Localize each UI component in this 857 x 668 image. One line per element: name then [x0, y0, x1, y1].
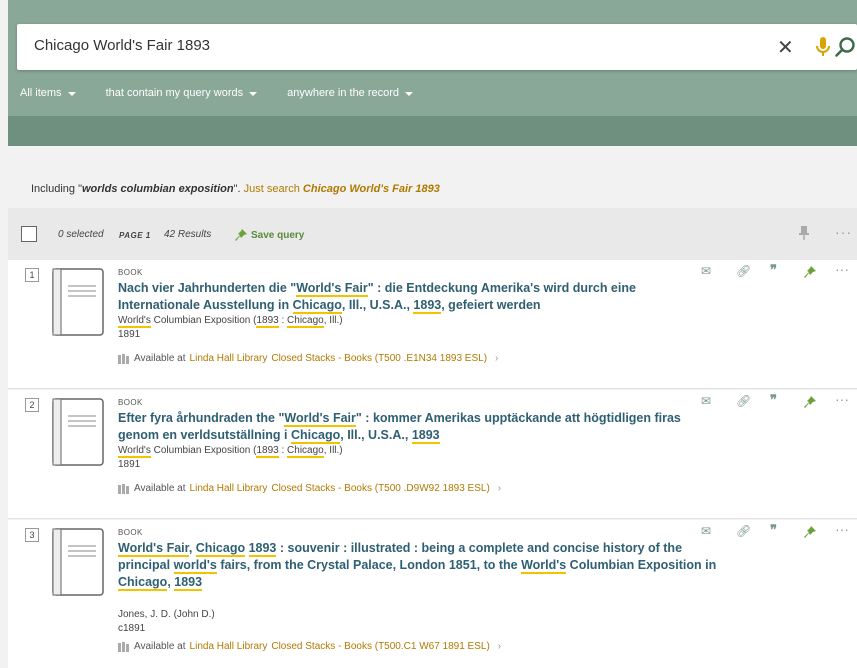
more-options-icon[interactable]: ··· [835, 224, 852, 240]
result-author: Jones, J. D. (John D.) [118, 609, 215, 620]
link-icon[interactable]: 🔗︎ [736, 394, 751, 410]
result-item[interactable]: 3 BOOK World's Fair, Chicago 1893 : souv… [8, 520, 857, 668]
result-date: 1891 [118, 329, 141, 340]
result-date: 1891 [118, 459, 141, 470]
library-icon [118, 483, 129, 494]
book-icon [52, 268, 104, 336]
results-count: 42 Results [164, 229, 212, 240]
availability-link[interactable]: Available at Linda Hall Library Closed Sta… [118, 641, 501, 652]
filter-item-type[interactable]: All items [20, 87, 76, 99]
citation-icon[interactable]: ❞ [770, 263, 777, 279]
library-icon [118, 641, 129, 652]
email-icon[interactable]: ✉ [701, 264, 711, 280]
notice-text: Including " [31, 183, 82, 195]
library-name: Linda Hall Library [189, 483, 268, 494]
close-icon[interactable]: ✕ [777, 35, 794, 60]
email-icon[interactable]: ✉ [701, 394, 711, 410]
citation-icon[interactable]: ❞ [770, 393, 777, 409]
email-icon[interactable]: ✉ [701, 524, 711, 540]
resource-type: BOOK [118, 528, 143, 537]
result-actions: ✉ 🔗︎ ❞ ··· [698, 521, 849, 542]
select-all-checkbox[interactable] [21, 226, 37, 242]
result-number[interactable]: 2 [25, 398, 39, 412]
notice-text: ". [233, 183, 241, 195]
availability-status: Available at [134, 483, 186, 494]
chevron-down-icon [405, 91, 414, 96]
filter-label: anywhere in the record [287, 87, 400, 99]
expanded-term: worlds columbian exposition [82, 183, 234, 195]
filter-match-type[interactable]: that contain my query words [106, 87, 258, 99]
pin-icon[interactable] [803, 394, 817, 410]
book-icon [52, 528, 104, 596]
result-author: World's Columbian Exposition (1893 : Chi… [118, 315, 343, 328]
result-author: World's Columbian Exposition (1893 : Chi… [118, 445, 343, 458]
filter-label: that contain my query words [105, 87, 244, 99]
result-actions: ✉ 🔗︎ ❞ ··· [698, 391, 849, 412]
selected-count: 0 selected [58, 229, 104, 240]
filter-scope[interactable]: anywhere in the record [287, 87, 414, 99]
filter-label: All items [20, 87, 62, 99]
more-options-icon[interactable]: ··· [835, 521, 849, 537]
availability-link[interactable]: Available at Linda Hall Library Closed Sta… [118, 483, 501, 494]
header-strip [8, 116, 857, 146]
more-options-icon[interactable]: ··· [835, 261, 849, 277]
chevron-right-icon: › [497, 483, 502, 494]
expansion-notice: Including "worlds columbian exposition".… [8, 170, 857, 208]
link-icon[interactable]: 🔗︎ [736, 524, 751, 540]
result-number[interactable]: 1 [25, 268, 39, 282]
shelf-location: Closed Stacks - Books (T500 .E1N34 1893 … [271, 353, 488, 364]
save-query-button[interactable]: Save query [234, 228, 304, 242]
availability-status: Available at [134, 353, 186, 364]
microphone-icon[interactable] [811, 35, 835, 59]
result-actions: ✉ 🔗︎ ❞ ··· [698, 261, 849, 282]
search-bar[interactable]: Chicago World's Fair 1893 ✕ [17, 24, 857, 70]
library-name: Linda Hall Library [189, 353, 268, 364]
chevron-right-icon: › [497, 641, 502, 652]
more-options-icon[interactable]: ··· [835, 391, 849, 407]
search-input[interactable]: Chicago World's Fair 1893 [34, 37, 210, 54]
results-toolbar: 0 selected PAGE 1 42 Results Save query … [8, 208, 857, 260]
library-name: Linda Hall Library [189, 641, 268, 652]
result-title[interactable]: World's Fair, Chicago 1893 : souvenir : … [118, 540, 718, 591]
shelf-location: Closed Stacks - Books (T500.C1 W67 1891 … [271, 641, 490, 652]
page-indicator: PAGE 1 [119, 231, 151, 240]
just-search-link[interactable]: Just search [244, 183, 300, 195]
chevron-right-icon: › [495, 353, 499, 364]
link-icon[interactable]: 🔗︎ [736, 264, 751, 280]
shelf-location: Closed Stacks - Books (T500 .D9W92 1893 … [271, 483, 490, 494]
book-icon [52, 398, 104, 466]
result-date: c1891 [118, 623, 146, 634]
result-title[interactable]: Nach vier Jahrhunderten die "World's Fai… [118, 280, 718, 314]
chevron-down-icon [249, 91, 258, 96]
result-number[interactable]: 3 [25, 528, 39, 542]
pin-icon[interactable] [803, 524, 817, 540]
pin-icon[interactable] [803, 264, 817, 280]
header-band [8, 0, 857, 146]
save-query-label: Save query [251, 229, 305, 241]
library-icon [118, 353, 129, 364]
resource-type: BOOK [118, 398, 143, 407]
search-filters: All items that contain my query words an… [20, 87, 414, 99]
search-icon[interactable] [833, 35, 857, 59]
availability-link[interactable]: Available at Linda Hall Library Closed Sta… [118, 353, 498, 364]
availability-status: Available at [134, 641, 186, 652]
result-item[interactable]: 1 BOOK Nach vier Jahrhunderten die "Worl… [8, 260, 857, 389]
citation-icon[interactable]: ❞ [770, 523, 777, 539]
chevron-down-icon [67, 91, 76, 96]
result-title[interactable]: Efter fyra århundraden the "World's Fair… [118, 410, 718, 444]
original-query-link[interactable]: Chicago World's Fair 1893 [303, 183, 440, 195]
result-item[interactable]: 2 BOOK Efter fyra århundraden the "World… [8, 390, 857, 519]
pin-icon [235, 229, 247, 241]
resource-type: BOOK [118, 268, 143, 277]
pin-icon[interactable] [797, 225, 811, 241]
